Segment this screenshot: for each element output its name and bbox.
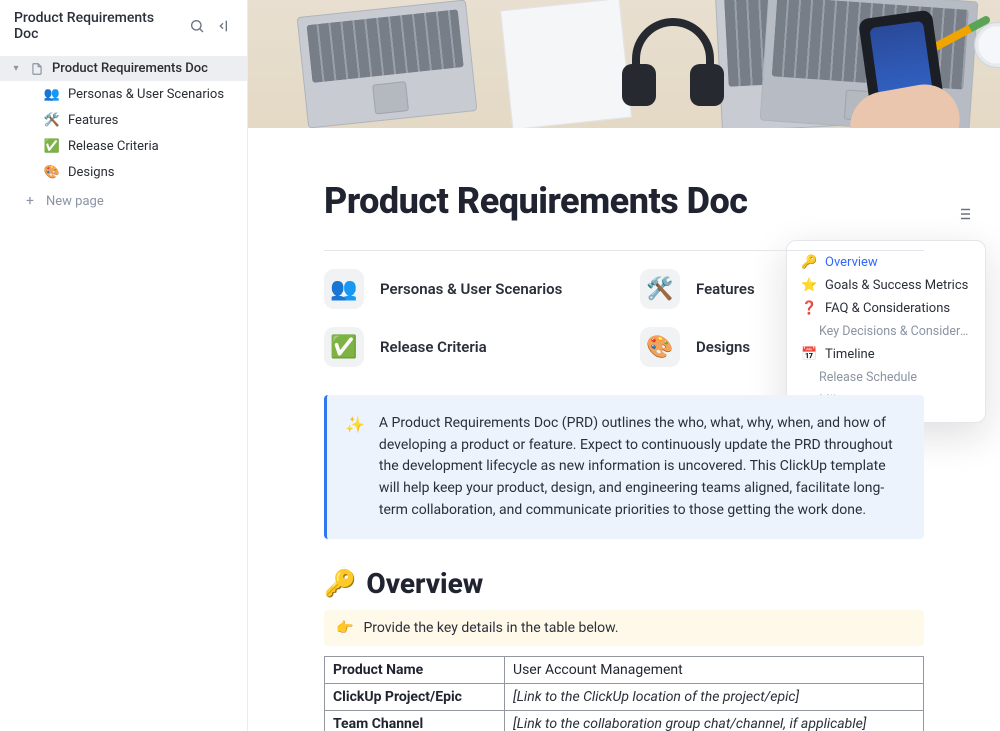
- overview-hint-text: Provide the key details in the table bel…: [363, 620, 618, 636]
- section-heading-overview: 🔑 Overview: [324, 567, 924, 600]
- people-icon: 👥: [324, 269, 364, 309]
- subpage-link-personas[interactable]: 👥 Personas & User Scenarios: [324, 269, 608, 309]
- sidebar-header: Product Requirements Doc: [0, 0, 247, 52]
- tools-icon: 🛠️: [44, 112, 60, 128]
- sidebar-nav: ▾ Product Requirements Doc 👥 Personas & …: [0, 52, 247, 221]
- overview-value[interactable]: [Link to the ClickUp location of the pro…: [505, 684, 924, 711]
- workspace-title: Product Requirements Doc: [14, 10, 179, 42]
- doc-cover-image: [248, 0, 1000, 128]
- doc-body: Product Requirements Doc 👥 Personas & Us…: [304, 128, 944, 731]
- overview-value[interactable]: [Link to the collaboration group chat/ch…: [505, 711, 924, 731]
- subpage-link-label: Release Criteria: [380, 338, 487, 356]
- key-icon: 🔑: [324, 569, 356, 599]
- sidebar-item-label: Release Criteria: [68, 139, 159, 154]
- plus-icon: +: [24, 193, 36, 209]
- point-right-icon: 👉: [336, 620, 353, 636]
- page-icon: [30, 62, 44, 76]
- doc-title: Product Requirements Doc: [324, 180, 924, 222]
- subpage-link-release-criteria[interactable]: ✅ Release Criteria: [324, 327, 608, 367]
- sidebar-item-label: Product Requirements Doc: [52, 61, 208, 76]
- toc-toggle-icon[interactable]: [952, 202, 976, 226]
- table-row: Team Channel [Link to the collaboration …: [325, 711, 924, 731]
- overview-key: ClickUp Project/Epic: [325, 684, 505, 711]
- check-icon: ✅: [324, 327, 364, 367]
- table-row: Product Name User Account Management: [325, 657, 924, 684]
- subpage-link-features[interactable]: 🛠️ Features: [640, 269, 924, 309]
- subpage-link-label: Designs: [696, 338, 750, 356]
- collapse-sidebar-icon[interactable]: [215, 16, 235, 36]
- sparkles-icon: ✨: [345, 413, 365, 521]
- sidebar-item-root[interactable]: ▾ Product Requirements Doc: [0, 56, 247, 81]
- new-page-button[interactable]: + New page: [0, 185, 247, 217]
- subpage-link-label: Features: [696, 280, 755, 298]
- palette-icon: 🎨: [44, 164, 60, 180]
- subpage-link-grid: 👥 Personas & User Scenarios 🛠️ Features …: [324, 269, 924, 367]
- sidebar-item-personas[interactable]: 👥 Personas & User Scenarios: [42, 81, 247, 107]
- table-row: ClickUp Project/Epic [Link to the ClickU…: [325, 684, 924, 711]
- sidebar-item-label: Features: [68, 113, 118, 128]
- section-heading-label: Overview: [366, 567, 483, 600]
- chevron-down-icon: ▾: [10, 63, 22, 75]
- overview-value[interactable]: User Account Management: [505, 657, 924, 684]
- overview-key: Team Channel: [325, 711, 505, 731]
- sidebar: Product Requirements Doc ▾ Product Requi…: [0, 0, 248, 731]
- sidebar-item-release-criteria[interactable]: ✅ Release Criteria: [42, 133, 247, 159]
- main: 🔑 Overview ⭐ Goals & Success Metrics ❓ F…: [248, 0, 1000, 731]
- intro-callout: ✨ A Product Requirements Doc (PRD) outli…: [324, 395, 924, 539]
- overview-hint: 👉 Provide the key details in the table b…: [324, 610, 924, 646]
- sidebar-item-label: Designs: [68, 165, 114, 180]
- sidebar-children: 👥 Personas & User Scenarios 🛠️ Features …: [0, 81, 247, 185]
- overview-table: Product Name User Account Management Cli…: [324, 656, 924, 731]
- sidebar-item-features[interactable]: 🛠️ Features: [42, 107, 247, 133]
- tools-icon: 🛠️: [640, 269, 680, 309]
- sidebar-item-label: Personas & User Scenarios: [68, 87, 224, 102]
- search-icon[interactable]: [187, 16, 207, 36]
- palette-icon: 🎨: [640, 327, 680, 367]
- overview-key: Product Name: [325, 657, 505, 684]
- divider: [324, 250, 924, 251]
- sidebar-item-designs[interactable]: 🎨 Designs: [42, 159, 247, 185]
- intro-callout-text: A Product Requirements Doc (PRD) outline…: [379, 413, 906, 521]
- new-page-label: New page: [46, 194, 104, 209]
- check-icon: ✅: [44, 138, 60, 154]
- subpage-link-designs[interactable]: 🎨 Designs: [640, 327, 924, 367]
- subpage-link-label: Personas & User Scenarios: [380, 280, 562, 298]
- people-icon: 👥: [44, 86, 60, 102]
